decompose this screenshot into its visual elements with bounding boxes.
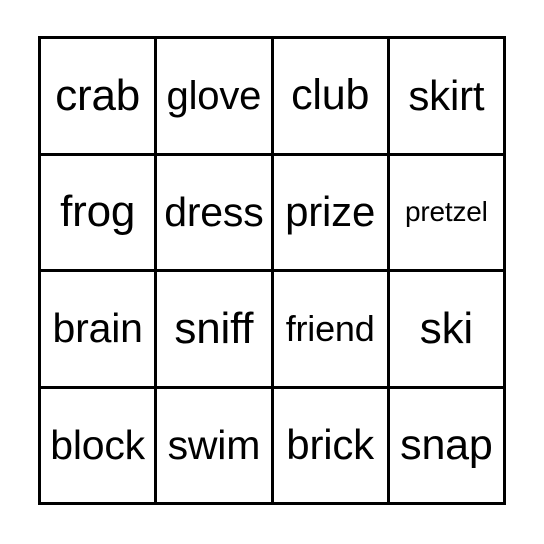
bingo-cell[interactable]: club xyxy=(273,39,387,153)
bingo-cell[interactable]: prize xyxy=(273,155,387,269)
bingo-cell-word: skirt xyxy=(408,71,485,119)
bingo-cell-word: prize xyxy=(285,188,376,236)
bingo-cell[interactable]: brick xyxy=(273,388,387,502)
bingo-cell[interactable]: block xyxy=(41,388,155,502)
bingo-cell[interactable]: skirt xyxy=(389,39,503,153)
bingo-cell[interactable]: brain xyxy=(41,272,155,386)
bingo-cell-word: brain xyxy=(52,305,143,352)
bingo-cell[interactable]: snap xyxy=(389,388,503,502)
bingo-cell[interactable]: ski xyxy=(389,272,503,386)
bingo-cell-word: pretzel xyxy=(405,196,488,228)
bingo-cell-word: friend xyxy=(285,307,375,349)
bingo-cell[interactable]: friend xyxy=(273,272,387,386)
bingo-cell-word: block xyxy=(50,421,145,468)
bingo-cell-word: sniff xyxy=(174,303,254,353)
bingo-cell[interactable]: dress xyxy=(157,155,271,269)
bingo-cell[interactable]: sniff xyxy=(157,272,271,386)
bingo-cell[interactable]: swim xyxy=(157,388,271,502)
bingo-cell-word: brick xyxy=(286,421,374,469)
bingo-cell[interactable]: pretzel xyxy=(389,155,503,269)
bingo-cell[interactable]: crab xyxy=(41,39,155,153)
bingo-cell[interactable]: glove xyxy=(157,39,271,153)
bingo-cell-word: glove xyxy=(166,73,262,118)
bingo-cell-word: crab xyxy=(55,70,141,120)
bingo-cell-word: frog xyxy=(60,187,136,237)
bingo-card-grid: crab glove club skirt frog dress prize p… xyxy=(38,36,506,505)
bingo-cell[interactable]: frog xyxy=(41,155,155,269)
bingo-cell-word: dress xyxy=(164,188,264,235)
bingo-cell-word: ski xyxy=(419,303,473,353)
bingo-cell-word: snap xyxy=(400,420,493,469)
bingo-cell-word: swim xyxy=(167,421,261,468)
bingo-cell-word: club xyxy=(291,71,370,120)
